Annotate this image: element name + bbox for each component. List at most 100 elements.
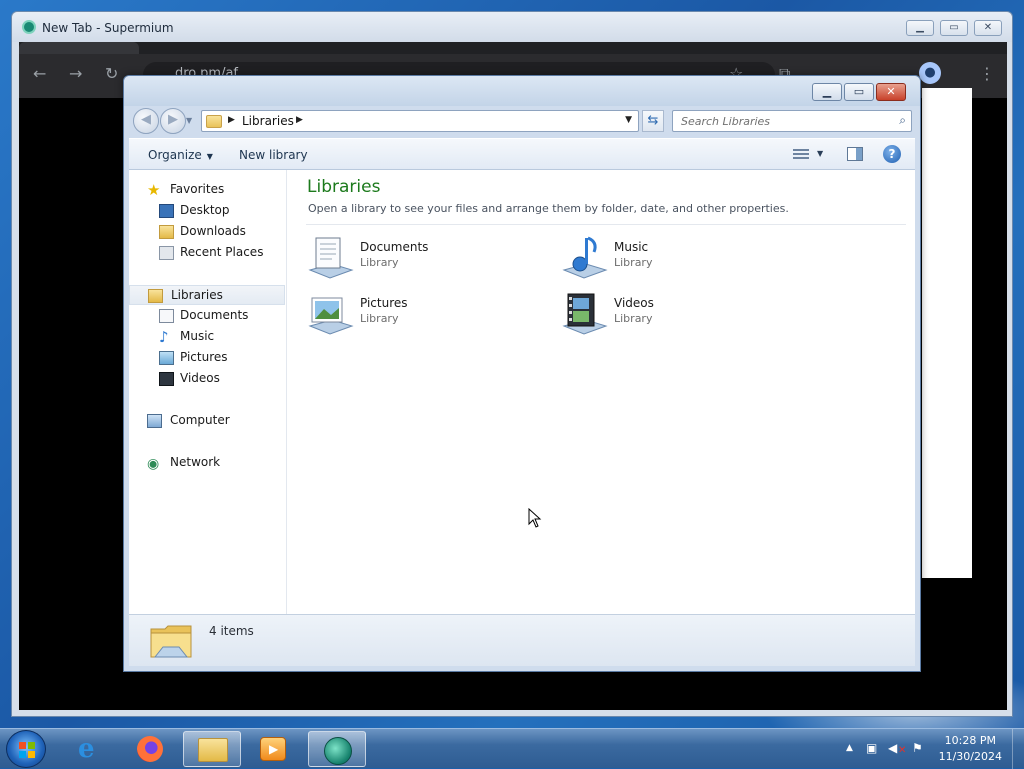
internet-explorer-icon: e	[78, 734, 95, 764]
library-item-music[interactable]: Music Library	[560, 234, 760, 286]
content-divider	[306, 224, 906, 225]
organize-button[interactable]: Organize ▼	[148, 148, 213, 162]
content-title: Libraries	[307, 177, 381, 197]
taskbar: e ▶ ▲ ▣ ◀ ✕ ⚑ 10:28 PM 11/30/2024	[0, 728, 1024, 769]
nav-downloads-label: Downloads	[180, 224, 246, 238]
breadcrumb-libraries[interactable]: Libraries	[242, 114, 294, 128]
browser-titlebar: New Tab - Supermium ▁ ▭ ✕	[12, 12, 1012, 42]
taskbar-internet-explorer[interactable]: e	[62, 731, 120, 767]
explorer-maximize-button[interactable]: ▭	[844, 83, 874, 101]
browser-maximize-button[interactable]: ▭	[940, 20, 968, 36]
explorer-window-buttons: ▁ ▭ ✕	[812, 83, 912, 101]
explorer-body: ★ Favorites Desktop Downloads Recent Pla…	[129, 170, 915, 614]
recent-pages-chevron-icon[interactable]: ▼	[186, 116, 192, 125]
recent-places-icon	[159, 246, 174, 260]
address-bar[interactable]: ▶ Libraries ▶ ▼	[201, 110, 639, 132]
nav-network[interactable]: ◉ Network	[129, 453, 285, 473]
network-globe-icon: ◉	[147, 456, 160, 472]
show-desktop-button[interactable]	[1012, 729, 1024, 769]
back-button[interactable]: ◀	[133, 108, 159, 134]
tab-strip	[19, 42, 1007, 54]
breadcrumb-arrow-icon[interactable]: ▶	[228, 115, 235, 125]
preview-pane-icon[interactable]	[847, 147, 863, 161]
mute-x-icon: ✕	[898, 745, 907, 756]
music-note-icon: ♪	[159, 328, 169, 346]
nav-libraries[interactable]: Libraries	[129, 285, 285, 305]
explorer-navigation-bar: ◀ ▶ ▼ ▶ Libraries ▶ ▼ ⇆ ⌕	[124, 106, 920, 138]
taskbar-clock[interactable]: 10:28 PM 11/30/2024	[939, 733, 1002, 765]
action-center-flag-icon[interactable]: ⚑	[912, 741, 923, 755]
browser-close-button[interactable]: ✕	[974, 20, 1002, 36]
taskbar-firefox[interactable]	[122, 731, 180, 767]
help-icon[interactable]: ?	[883, 145, 901, 163]
forward-icon[interactable]: →	[69, 64, 82, 83]
nav-computer[interactable]: Computer	[129, 411, 285, 431]
play-icon: ▶	[269, 742, 279, 756]
nav-pictures-label: Pictures	[180, 350, 228, 364]
command-bar: Organize ▼ New library ▼ ?	[129, 138, 915, 170]
nav-recent-places[interactable]: Recent Places	[129, 243, 285, 263]
start-button[interactable]	[6, 730, 46, 768]
library-item-name: Pictures	[360, 296, 408, 310]
explorer-close-button[interactable]: ✕	[876, 83, 906, 101]
nav-favorites[interactable]: ★ Favorites	[129, 180, 285, 200]
refresh-button[interactable]: ⇆	[642, 110, 664, 132]
nav-downloads[interactable]: Downloads	[129, 222, 285, 242]
nav-network-label: Network	[170, 455, 221, 469]
explorer-minimize-button[interactable]: ▁	[812, 83, 842, 101]
show-hidden-icons-icon[interactable]: ▲	[846, 743, 853, 753]
library-item-documents[interactable]: Documents Library	[306, 234, 506, 286]
library-item-name: Music	[614, 240, 649, 254]
clock-date: 11/30/2024	[938, 750, 1002, 763]
chevron-down-icon: ▼	[206, 152, 213, 161]
back-arrow-icon: ◀	[141, 112, 151, 127]
clock-time: 10:28 PM	[944, 734, 996, 747]
forward-button[interactable]: ▶	[160, 108, 186, 134]
windows-explorer-folder-icon	[198, 738, 228, 762]
music-library-icon	[562, 236, 608, 279]
breadcrumb-arrow-icon[interactable]: ▶	[296, 115, 303, 125]
taskbar-supermium[interactable]	[308, 731, 366, 767]
view-options-chevron-icon[interactable]: ▼	[817, 149, 823, 158]
documents-library-icon	[308, 237, 354, 279]
supermium-icon	[324, 737, 352, 765]
navigation-pane: ★ Favorites Desktop Downloads Recent Pla…	[129, 170, 287, 614]
taskbar-media-player[interactable]: ▶	[244, 731, 302, 767]
volume-muted-icon[interactable]: ◀	[888, 741, 897, 755]
nav-documents-label: Documents	[180, 308, 249, 322]
nav-recent-places-label: Recent Places	[180, 245, 264, 259]
browser-menu-icon[interactable]: ⋮	[979, 64, 995, 83]
library-item-type: Library	[614, 256, 653, 269]
taskbar-windows-explorer[interactable]	[183, 731, 241, 767]
library-item-videos[interactable]: Videos Library	[560, 290, 760, 342]
profile-avatar-icon[interactable]: ●	[919, 62, 941, 84]
nav-desktop[interactable]: Desktop	[129, 201, 285, 221]
content-subtitle: Open a library to see your files and arr…	[308, 202, 789, 215]
page-white-panel	[922, 88, 972, 578]
search-box[interactable]: ⌕	[672, 110, 912, 132]
library-item-pictures[interactable]: Pictures Library	[306, 290, 506, 342]
search-input[interactable]	[679, 113, 884, 129]
nav-libraries-label: Libraries	[171, 288, 223, 302]
browser-minimize-button[interactable]: ▁	[906, 20, 934, 36]
nav-documents[interactable]: Documents	[129, 306, 285, 326]
downloads-folder-icon	[159, 225, 174, 239]
explorer-titlebar: ▁ ▭ ✕	[124, 76, 920, 106]
back-icon[interactable]: ←	[33, 64, 46, 83]
nav-music[interactable]: ♪ Music	[129, 327, 285, 347]
search-icon[interactable]: ⌕	[899, 113, 906, 128]
change-view-icon[interactable]	[793, 147, 809, 161]
supermium-app-icon	[22, 20, 36, 34]
reload-icon[interactable]: ↻	[105, 64, 118, 83]
tab-new-tab[interactable]	[19, 42, 139, 54]
desktop-icon	[159, 204, 174, 218]
explorer-window: ▁ ▭ ✕ ◀ ▶ ▼ ▶ Libraries ▶ ▼ ⇆ ⌕ Organize…	[123, 75, 921, 672]
nav-pictures[interactable]: Pictures	[129, 348, 285, 368]
library-item-name: Videos	[614, 296, 654, 310]
network-tray-icon[interactable]: ▣	[866, 741, 877, 755]
nav-videos[interactable]: Videos	[129, 369, 285, 389]
libraries-folder-icon	[148, 289, 163, 303]
new-library-button[interactable]: New library	[239, 148, 308, 162]
library-item-type: Library	[360, 256, 399, 269]
address-dropdown-icon[interactable]: ▼	[625, 115, 632, 125]
